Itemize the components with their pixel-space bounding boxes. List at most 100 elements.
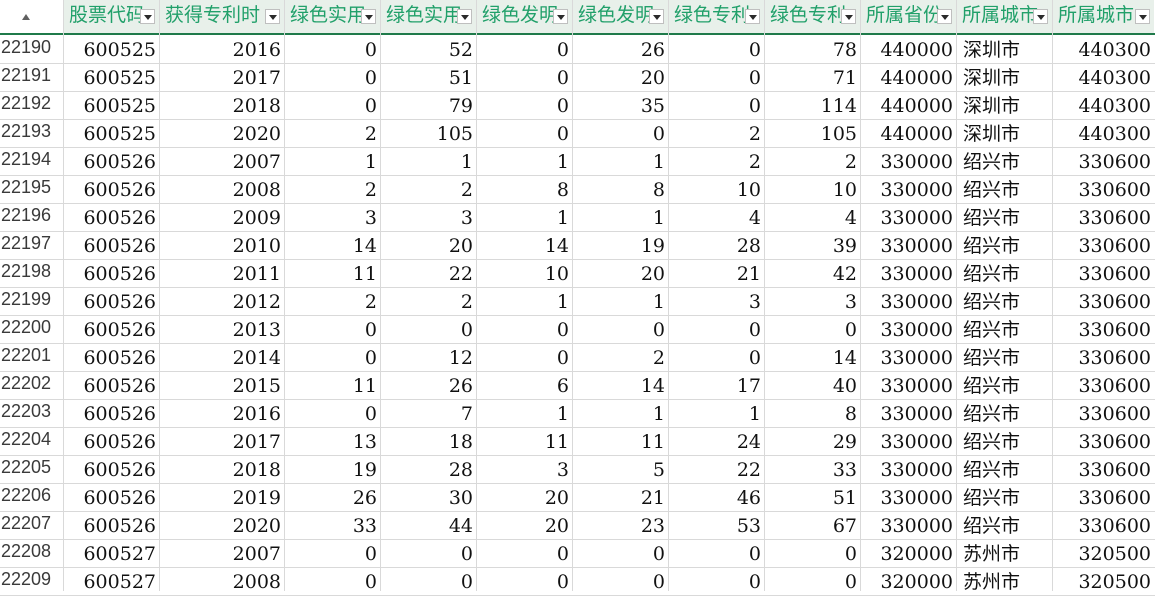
table-cell[interactable]: 600526 <box>64 316 160 344</box>
table-cell[interactable]: 0 <box>765 540 861 568</box>
table-cell[interactable]: 2016 <box>160 400 285 428</box>
table-cell[interactable]: 3 <box>285 204 381 232</box>
table-cell[interactable]: 0 <box>669 36 765 64</box>
column-header-2[interactable]: 获得专利时 <box>160 0 284 34</box>
table-cell[interactable]: 10 <box>669 176 765 204</box>
table-cell[interactable]: 绍兴市 <box>957 400 1053 428</box>
table-cell[interactable]: 14 <box>477 232 573 260</box>
table-cell[interactable]: 1 <box>669 400 765 428</box>
table-cell[interactable]: 绍兴市 <box>957 204 1053 232</box>
table-cell[interactable]: 绍兴市 <box>957 456 1053 484</box>
table-cell[interactable]: 21 <box>573 484 669 512</box>
table-cell[interactable]: 0 <box>669 64 765 92</box>
row-number[interactable]: 22209 <box>0 565 64 593</box>
table-cell[interactable]: 330600 <box>1053 456 1155 484</box>
table-cell[interactable]: 8 <box>573 176 669 204</box>
table-cell[interactable]: 21 <box>669 260 765 288</box>
filter-dropdown-icon[interactable] <box>361 9 376 24</box>
table-cell[interactable]: 4 <box>669 204 765 232</box>
row-number[interactable]: 22198 <box>0 257 64 285</box>
filter-dropdown-icon[interactable] <box>745 9 760 24</box>
table-cell[interactable]: 2018 <box>160 92 285 120</box>
table-cell[interactable]: 0 <box>669 344 765 372</box>
table-cell[interactable]: 330000 <box>861 400 957 428</box>
table-cell[interactable]: 440000 <box>861 36 957 64</box>
table-cell[interactable]: 600526 <box>64 232 160 260</box>
table-cell[interactable]: 0 <box>765 568 861 596</box>
column-header-7[interactable]: 绿色专利 <box>669 0 764 34</box>
table-cell[interactable]: 600526 <box>64 456 160 484</box>
table-cell[interactable]: 6 <box>477 372 573 400</box>
table-cell[interactable]: 1 <box>573 204 669 232</box>
table-cell[interactable]: 2012 <box>160 288 285 316</box>
table-cell[interactable]: 0 <box>477 92 573 120</box>
table-cell[interactable]: 19 <box>285 456 381 484</box>
table-cell[interactable]: 600526 <box>64 512 160 540</box>
table-cell[interactable]: 11 <box>573 428 669 456</box>
table-cell[interactable]: 0 <box>669 316 765 344</box>
table-cell[interactable]: 105 <box>381 120 477 148</box>
table-cell[interactable]: 深圳市 <box>957 92 1053 120</box>
table-cell[interactable]: 0 <box>285 64 381 92</box>
table-cell[interactable]: 0 <box>477 120 573 148</box>
table-cell[interactable]: 2017 <box>160 428 285 456</box>
table-cell[interactable]: 0 <box>285 568 381 596</box>
table-cell[interactable]: 绍兴市 <box>957 316 1053 344</box>
table-cell[interactable]: 0 <box>573 568 669 596</box>
row-number[interactable]: 22208 <box>0 537 64 565</box>
table-cell[interactable]: 3 <box>381 204 477 232</box>
table-cell[interactable]: 0 <box>381 540 477 568</box>
table-cell[interactable]: 600526 <box>64 372 160 400</box>
table-cell[interactable]: 114 <box>765 92 861 120</box>
table-cell[interactable]: 440300 <box>1053 64 1155 92</box>
table-cell[interactable]: 28 <box>669 232 765 260</box>
table-cell[interactable]: 330000 <box>861 204 957 232</box>
table-cell[interactable]: 绍兴市 <box>957 484 1053 512</box>
table-cell[interactable]: 20 <box>573 260 669 288</box>
table-cell[interactable]: 绍兴市 <box>957 148 1053 176</box>
table-cell[interactable]: 0 <box>573 120 669 148</box>
column-header-4[interactable]: 绿色实用 <box>381 0 476 34</box>
filter-dropdown-icon[interactable] <box>1135 9 1150 24</box>
table-cell[interactable]: 330000 <box>861 512 957 540</box>
table-cell[interactable]: 0 <box>285 316 381 344</box>
table-cell[interactable]: 20 <box>477 484 573 512</box>
table-cell[interactable]: 0 <box>477 344 573 372</box>
table-cell[interactable]: 330600 <box>1053 400 1155 428</box>
select-all-corner[interactable] <box>0 0 64 34</box>
table-cell[interactable]: 105 <box>765 120 861 148</box>
table-cell[interactable]: 330600 <box>1053 512 1155 540</box>
table-cell[interactable]: 2008 <box>160 568 285 596</box>
table-cell[interactable]: 2015 <box>160 372 285 400</box>
table-cell[interactable]: 330600 <box>1053 372 1155 400</box>
table-cell[interactable]: 2010 <box>160 232 285 260</box>
table-cell[interactable]: 10 <box>765 176 861 204</box>
table-cell[interactable]: 绍兴市 <box>957 344 1053 372</box>
table-cell[interactable]: 600526 <box>64 344 160 372</box>
table-cell[interactable]: 67 <box>765 512 861 540</box>
table-cell[interactable]: 35 <box>573 92 669 120</box>
table-cell[interactable]: 0 <box>477 36 573 64</box>
row-number[interactable]: 22201 <box>0 341 64 369</box>
table-cell[interactable]: 330600 <box>1053 204 1155 232</box>
table-cell[interactable]: 600526 <box>64 484 160 512</box>
row-number[interactable]: 22191 <box>0 61 64 89</box>
table-cell[interactable]: 2016 <box>160 36 285 64</box>
table-cell[interactable]: 8 <box>765 400 861 428</box>
table-cell[interactable]: 0 <box>477 540 573 568</box>
table-cell[interactable]: 7 <box>381 400 477 428</box>
table-cell[interactable]: 2 <box>669 120 765 148</box>
table-cell[interactable]: 330600 <box>1053 176 1155 204</box>
table-cell[interactable]: 600527 <box>64 540 160 568</box>
table-cell[interactable]: 44 <box>381 512 477 540</box>
table-cell[interactable]: 26 <box>381 372 477 400</box>
table-cell[interactable]: 2020 <box>160 120 285 148</box>
table-cell[interactable]: 2 <box>573 344 669 372</box>
table-cell[interactable]: 320000 <box>861 540 957 568</box>
table-cell[interactable]: 330600 <box>1053 484 1155 512</box>
table-cell[interactable]: 23 <box>573 512 669 540</box>
table-cell[interactable]: 18 <box>381 428 477 456</box>
table-cell[interactable]: 330000 <box>861 232 957 260</box>
table-cell[interactable]: 2008 <box>160 176 285 204</box>
table-cell[interactable]: 绍兴市 <box>957 176 1053 204</box>
